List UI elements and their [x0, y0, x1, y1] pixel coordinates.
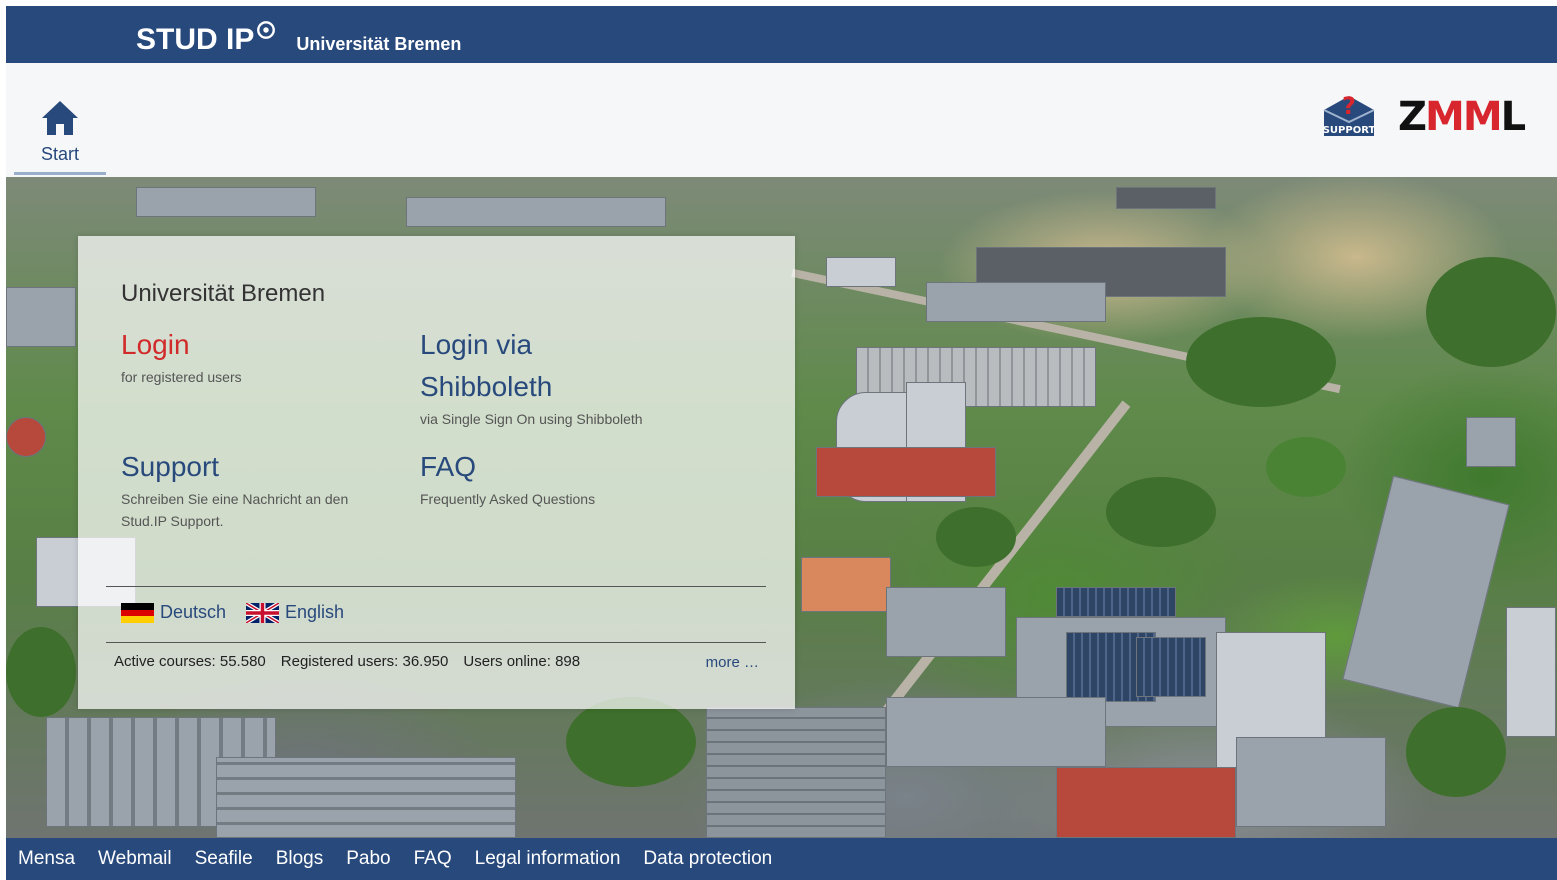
nav-start[interactable]: Start: [14, 93, 106, 175]
support-logo-text: SUPPORT: [1323, 125, 1376, 136]
footer: Mensa Webmail Seafile Blogs Pabo FAQ Leg…: [6, 838, 1557, 880]
zmml-letter: Z: [1398, 94, 1427, 140]
german-flag-icon: [121, 602, 154, 623]
language-english-label: English: [285, 602, 345, 622]
divider: [106, 586, 766, 587]
language-deutsch[interactable]: Deutsch: [121, 602, 226, 623]
active-courses: Active courses: 55.580: [114, 653, 266, 670]
footer-link-seafile[interactable]: Seafile: [195, 848, 253, 870]
building: [406, 197, 666, 227]
nav-start-label: Start: [40, 144, 79, 164]
top-bar: STUD IP Universität Bremen: [6, 6, 1557, 63]
shibboleth-title-line1: Login via: [420, 329, 533, 360]
login-description: for registered users: [121, 369, 242, 385]
language-deutsch-label: Deutsch: [160, 602, 227, 622]
building: [826, 257, 896, 287]
trees: [1266, 437, 1346, 497]
support-description-line2: Stud.IP Support.: [121, 513, 224, 529]
university-name: Universität Bremen: [296, 34, 462, 54]
svg-text:?: ?: [1342, 92, 1356, 120]
building: [1236, 737, 1386, 827]
zmml-letter: M: [1462, 94, 1503, 140]
support-tile[interactable]: Support Schreiben Sie eine Nachricht an …: [121, 446, 348, 532]
login-panel: Universität Bremen Login for registered …: [78, 236, 795, 709]
building: [801, 557, 891, 612]
registered-users: Registered users: 36.950: [280, 653, 449, 670]
building: [6, 287, 76, 347]
building: [706, 707, 886, 838]
trees: [1186, 317, 1336, 407]
building: [1342, 475, 1510, 709]
footer-link-mensa[interactable]: Mensa: [18, 848, 75, 870]
more-stats-link[interactable]: more …: [706, 654, 759, 671]
trees: [1406, 707, 1506, 797]
home-icon: [42, 101, 78, 135]
building: [216, 757, 516, 838]
faq-tile[interactable]: FAQ Frequently Asked Questions: [420, 446, 595, 510]
footer-link-faq[interactable]: FAQ: [414, 848, 452, 870]
trees: [1106, 477, 1216, 547]
trees: [936, 507, 1016, 567]
building-solar: [1056, 587, 1176, 617]
footer-link-pabo[interactable]: Pabo: [346, 848, 390, 870]
building: [816, 447, 996, 497]
zmml-letter: M: [1425, 94, 1465, 140]
shibboleth-link[interactable]: Login via Shibboleth: [420, 324, 643, 408]
building: [926, 282, 1106, 322]
shibboleth-description: via Single Sign On using Shibboleth: [420, 411, 643, 427]
building: [886, 697, 1106, 767]
panel-title: Universität Bremen: [121, 280, 326, 307]
uk-flag-icon: [246, 602, 279, 623]
trees: [1426, 257, 1556, 367]
brand-text: STUD IP: [136, 23, 255, 56]
faq-description: Frequently Asked Questions: [420, 491, 596, 507]
building: [1116, 187, 1216, 209]
login-link[interactable]: Login: [121, 324, 242, 366]
sports-track: [6, 417, 46, 457]
footer-link-webmail[interactable]: Webmail: [98, 848, 172, 870]
nav-band: Start ? SUPPORT ZMML: [6, 63, 1557, 177]
building: [1466, 417, 1516, 467]
footer-link-blogs[interactable]: Blogs: [276, 848, 324, 870]
building: [1506, 607, 1556, 737]
support-link[interactable]: Support: [121, 446, 348, 488]
building-solar: [1136, 637, 1206, 697]
studip-logo: STUD IP: [136, 20, 276, 60]
login-tile[interactable]: Login for registered users: [121, 324, 242, 388]
shibboleth-title-line2: Shibboleth: [420, 371, 553, 402]
support-logo-icon[interactable]: ? SUPPORT: [1322, 92, 1376, 138]
building: [136, 187, 316, 217]
studip-ring-icon: [257, 21, 276, 39]
building: [1056, 767, 1236, 838]
zmml-letter: L: [1500, 94, 1526, 140]
stats-bar: Active courses: 55.580 Registered users:…: [114, 653, 764, 670]
users-online: Users online: 898: [463, 653, 581, 670]
language-english[interactable]: English: [246, 602, 344, 623]
footer-link-data-protection[interactable]: Data protection: [643, 848, 772, 870]
footer-link-legal-information[interactable]: Legal information: [475, 848, 621, 870]
trees: [6, 627, 76, 717]
zmml-logo[interactable]: ZMML: [1398, 94, 1526, 140]
support-description-line1: Schreiben Sie eine Nachricht an den: [121, 491, 349, 507]
building: [886, 587, 1006, 657]
brand[interactable]: STUD IP Universität Bremen: [136, 12, 461, 60]
trees: [566, 697, 696, 787]
shibboleth-tile[interactable]: Login via Shibboleth via Single Sign On …: [420, 324, 643, 430]
divider: [106, 642, 766, 643]
faq-link[interactable]: FAQ: [420, 446, 595, 488]
